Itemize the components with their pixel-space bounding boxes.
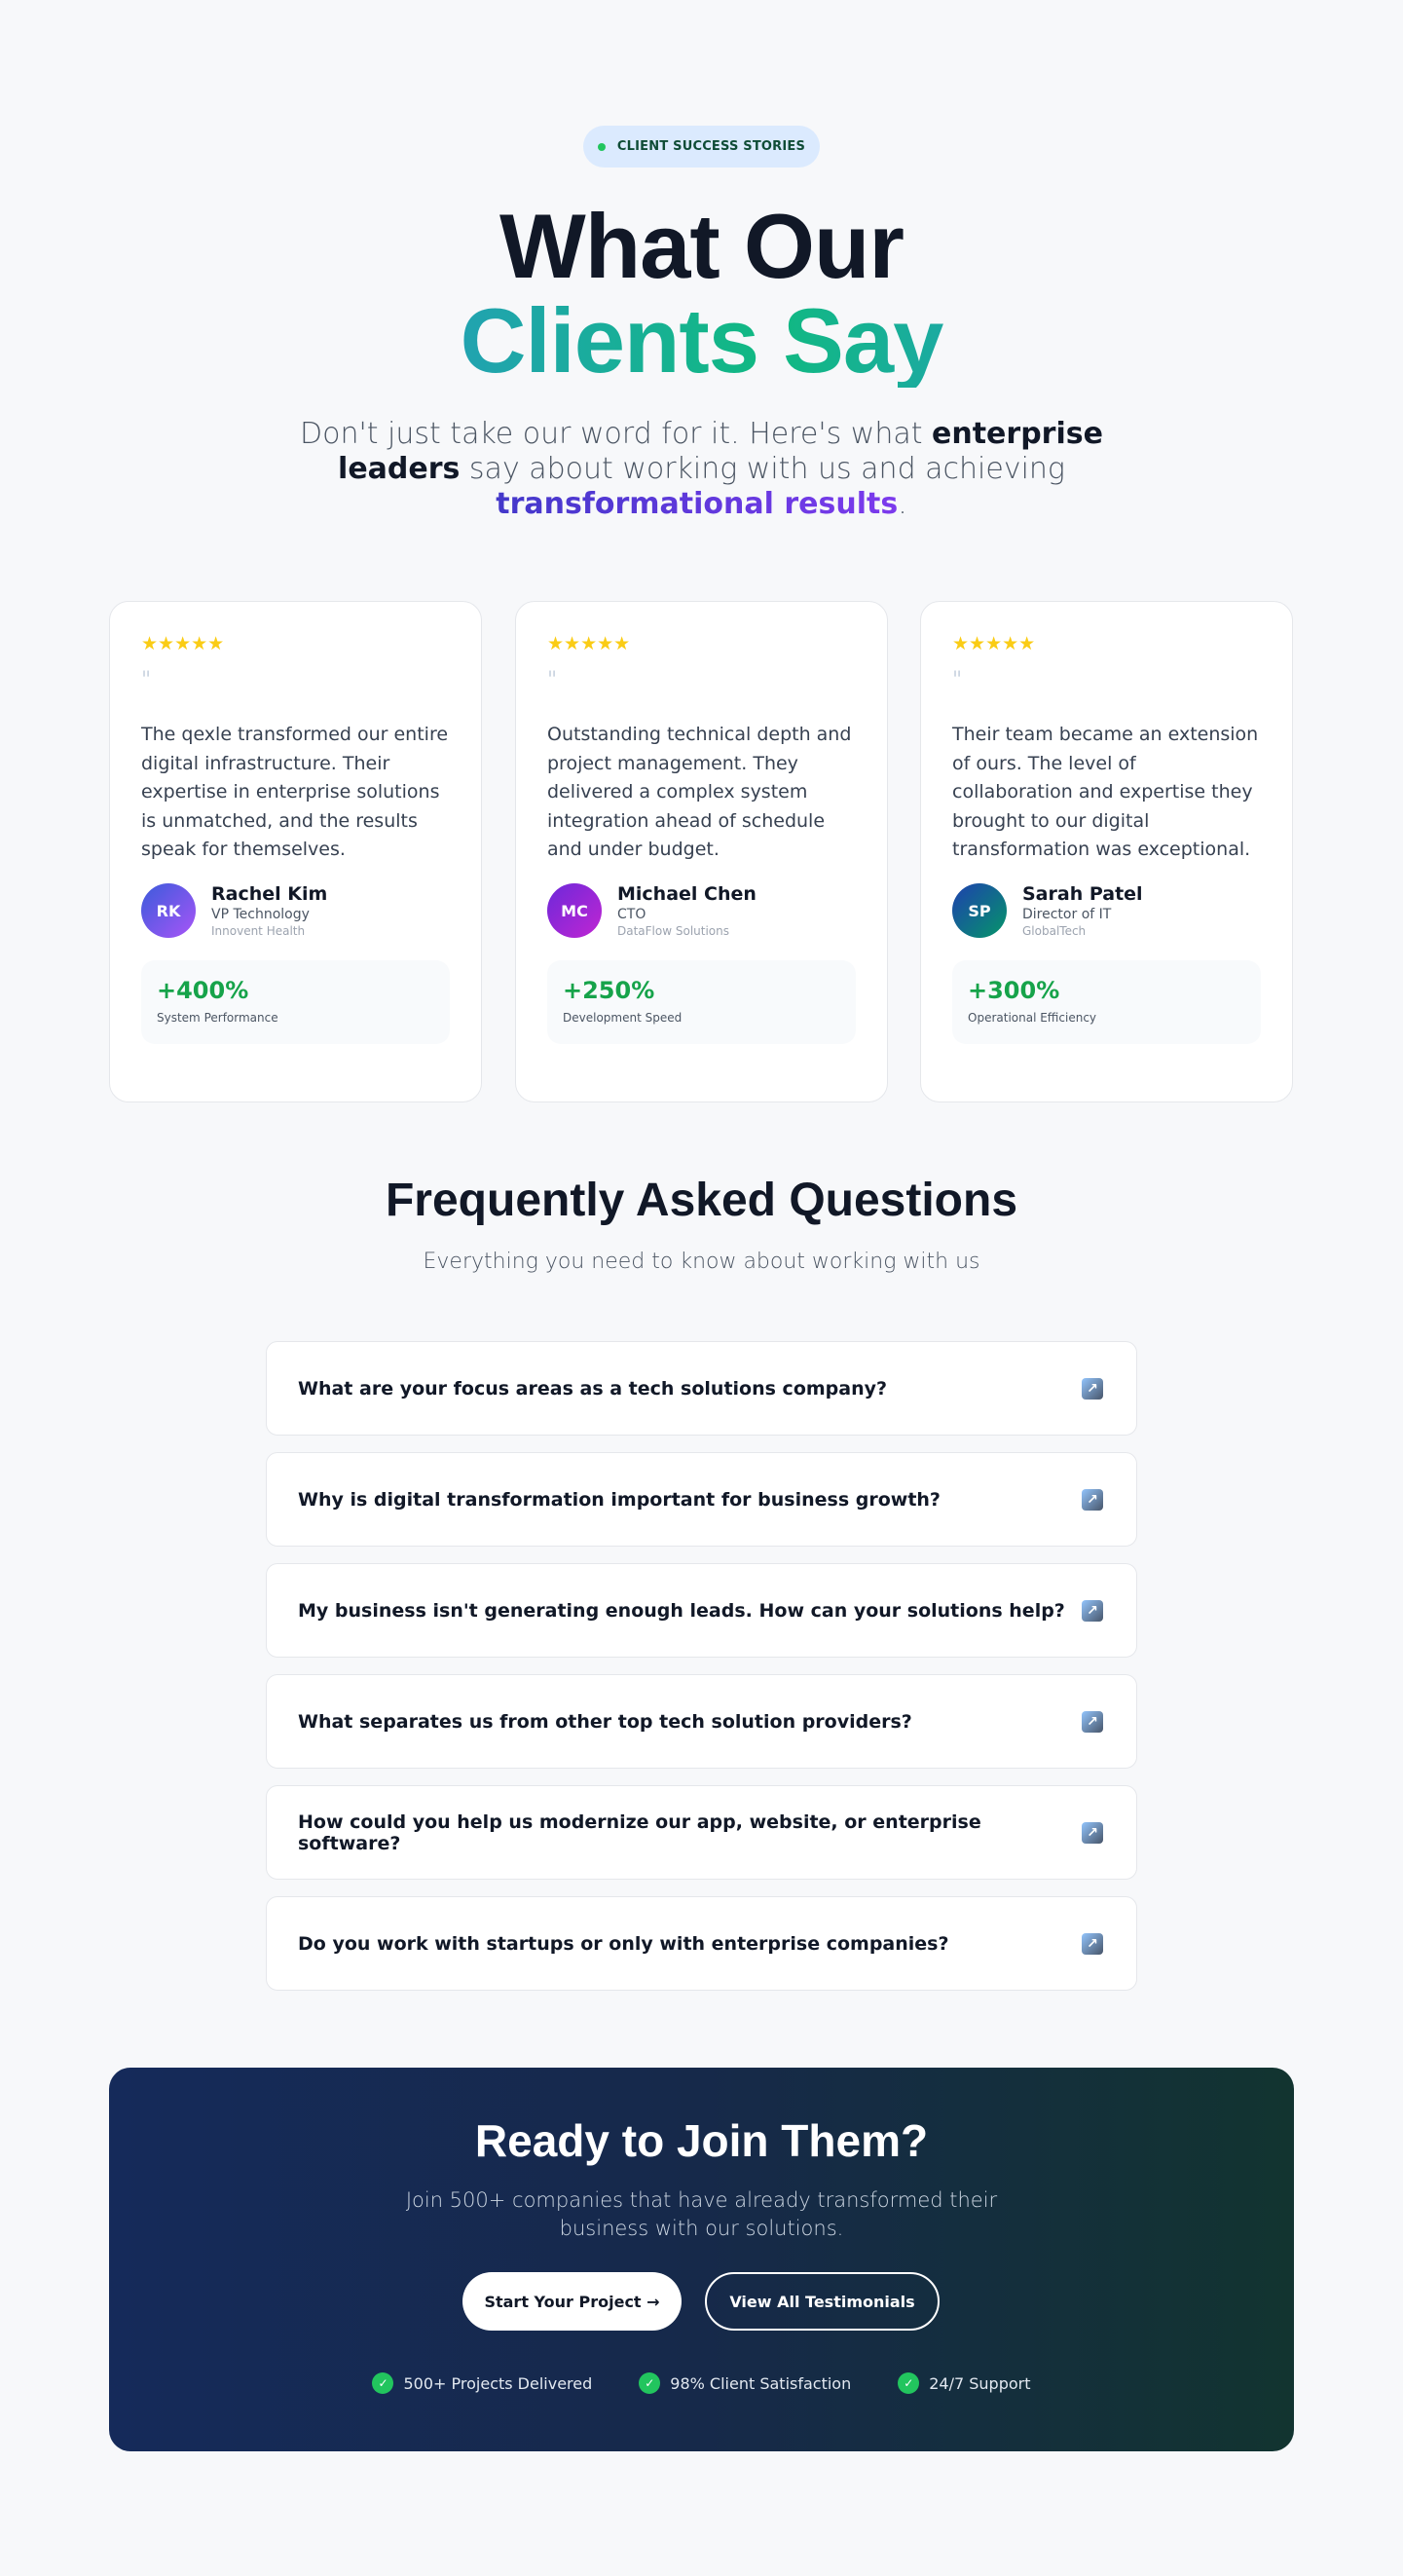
- feature-item: ✓ 98% Client Satisfaction: [639, 2372, 851, 2394]
- author-role: Director of IT: [1022, 907, 1112, 922]
- star-rating-icon: ★★★★★: [547, 633, 631, 654]
- cta-title: Ready to Join Them?: [474, 2115, 929, 2166]
- faq-question: What are your focus areas as a tech solu…: [298, 1377, 888, 1400]
- quote-icon: ": [141, 668, 152, 692]
- metric-value: +250%: [563, 977, 655, 1004]
- feature-label: 500+ Projects Delivered: [403, 2373, 593, 2393]
- status-dot-icon: [597, 142, 606, 151]
- faq-item[interactable]: My business isn't generating enough lead…: [266, 1563, 1137, 1658]
- hero-subtitle-mid: say about working with us and achieving: [460, 452, 1065, 486]
- author-role: VP Technology: [211, 907, 310, 922]
- testimonial-author: SP Sarah Patel Director of IT GlobalTech: [952, 882, 1261, 939]
- faq-question: What separates us from other top tech so…: [298, 1710, 912, 1733]
- faq-subtitle: Everything you need to know about workin…: [423, 1250, 980, 1274]
- author-name: Michael Chen: [617, 883, 757, 905]
- page: CLIENT SUCCESS STORIES What Our Clients …: [0, 0, 1403, 2576]
- check-icon: ✓: [898, 2372, 920, 2394]
- author-company: GlobalTech: [1022, 924, 1087, 938]
- testimonial-author: MC Michael Chen CTO DataFlow Solutions: [547, 882, 856, 939]
- faq-item[interactable]: Why is digital transformation important …: [266, 1452, 1137, 1547]
- author-details: Michael Chen CTO DataFlow Solutions: [617, 882, 757, 939]
- faq-question: Do you work with startups or only with e…: [298, 1932, 949, 1955]
- metric-value: +300%: [968, 977, 1060, 1004]
- cta-banner: Ready to Join Them? Join 500+ companies …: [109, 2068, 1294, 2451]
- metric-value: +400%: [157, 977, 249, 1004]
- hero-subtitle: Don't just take our word for it. Here's …: [243, 417, 1160, 522]
- faq-question: How could you help us modernize our app,…: [298, 1811, 981, 1854]
- expand-arrow-icon[interactable]: ↗: [1082, 1932, 1103, 1955]
- feature-item: ✓ 24/7 Support: [898, 2372, 1031, 2394]
- faq-question: My business isn't generating enough lead…: [298, 1599, 1065, 1622]
- hero-title-line1: What Our: [499, 195, 905, 297]
- testimonial-quote: The qexle transformed our entire digital…: [141, 724, 449, 860]
- avatar: RK: [141, 883, 196, 938]
- testimonial-card: ★★★★★ " Outstanding technical depth and …: [515, 601, 888, 1102]
- expand-arrow-icon[interactable]: ↗: [1082, 1710, 1103, 1733]
- star-rating-icon: ★★★★★: [952, 633, 1036, 654]
- cta-subtitle: Join 500+ companies that have already tr…: [405, 2188, 998, 2240]
- star-rating-icon: ★★★★★: [141, 633, 225, 654]
- badge-label: CLIENT SUCCESS STORIES: [616, 139, 806, 154]
- avatar: SP: [952, 883, 1007, 938]
- faq-item[interactable]: What separates us from other top tech so…: [266, 1674, 1137, 1769]
- cta-features: ✓ 500+ Projects Delivered ✓ 98% Client S…: [109, 2372, 1294, 2394]
- testimonial-quote: Their team became an extension of ours. …: [952, 724, 1259, 860]
- result-metric: +300% Operational Efficiency: [952, 960, 1261, 1044]
- result-metric: +400% System Performance: [141, 960, 450, 1044]
- faq-title: Frequently Asked Questions: [385, 1175, 1018, 1226]
- feature-item: ✓ 500+ Projects Delivered: [372, 2372, 592, 2394]
- hero-subtitle-end: .: [898, 487, 907, 521]
- testimonial-card: ★★★★★ " Their team became an extension o…: [920, 601, 1293, 1102]
- expand-arrow-icon[interactable]: ↗: [1082, 1488, 1103, 1511]
- metric-label: Development Speed: [563, 1011, 683, 1025]
- expand-arrow-icon[interactable]: ↗: [1082, 1377, 1103, 1400]
- result-metric: +250% Development Speed: [547, 960, 856, 1044]
- testimonial-quote: Outstanding technical depth and project …: [547, 724, 852, 860]
- author-company: Innovent Health: [211, 924, 306, 938]
- feature-label: 98% Client Satisfaction: [670, 2373, 852, 2393]
- author-name: Rachel Kim: [211, 883, 328, 905]
- quote-icon: ": [547, 668, 558, 692]
- hero-title-line2: Clients Say: [0, 294, 1403, 388]
- author-details: Sarah Patel Director of IT GlobalTech: [1022, 882, 1143, 939]
- faq-item[interactable]: What are your focus areas as a tech solu…: [266, 1341, 1137, 1436]
- hero-subtitle-pre: Don't just take our word for it. Here's …: [300, 417, 933, 451]
- hero-subtitle-highlight: transformational results: [496, 487, 899, 521]
- avatar: MC: [547, 883, 602, 938]
- author-company: DataFlow Solutions: [617, 924, 729, 938]
- check-icon: ✓: [372, 2372, 394, 2394]
- author-details: Rachel Kim VP Technology Innovent Health: [211, 882, 327, 939]
- section-badge: CLIENT SUCCESS STORIES: [583, 126, 820, 168]
- testimonial-author: RK Rachel Kim VP Technology Innovent Hea…: [141, 882, 450, 939]
- check-icon: ✓: [639, 2372, 661, 2394]
- author-role: CTO: [617, 907, 646, 922]
- faq-item[interactable]: Do you work with startups or only with e…: [266, 1896, 1137, 1991]
- faq-item[interactable]: How could you help us modernize our app,…: [266, 1785, 1137, 1880]
- start-project-button[interactable]: Start Your Project →: [462, 2272, 682, 2331]
- faq-question: Why is digital transformation important …: [298, 1488, 941, 1511]
- metric-label: Operational Efficiency: [968, 1011, 1097, 1025]
- expand-arrow-icon[interactable]: ↗: [1082, 1599, 1103, 1622]
- expand-arrow-icon[interactable]: ↗: [1082, 1821, 1103, 1844]
- quote-icon: ": [952, 668, 963, 692]
- feature-label: 24/7 Support: [929, 2373, 1031, 2393]
- view-testimonials-button[interactable]: View All Testimonials: [705, 2272, 940, 2331]
- testimonial-card: ★★★★★ " The qexle transformed our entire…: [109, 601, 482, 1102]
- author-name: Sarah Patel: [1022, 883, 1143, 905]
- metric-label: System Performance: [157, 1011, 278, 1025]
